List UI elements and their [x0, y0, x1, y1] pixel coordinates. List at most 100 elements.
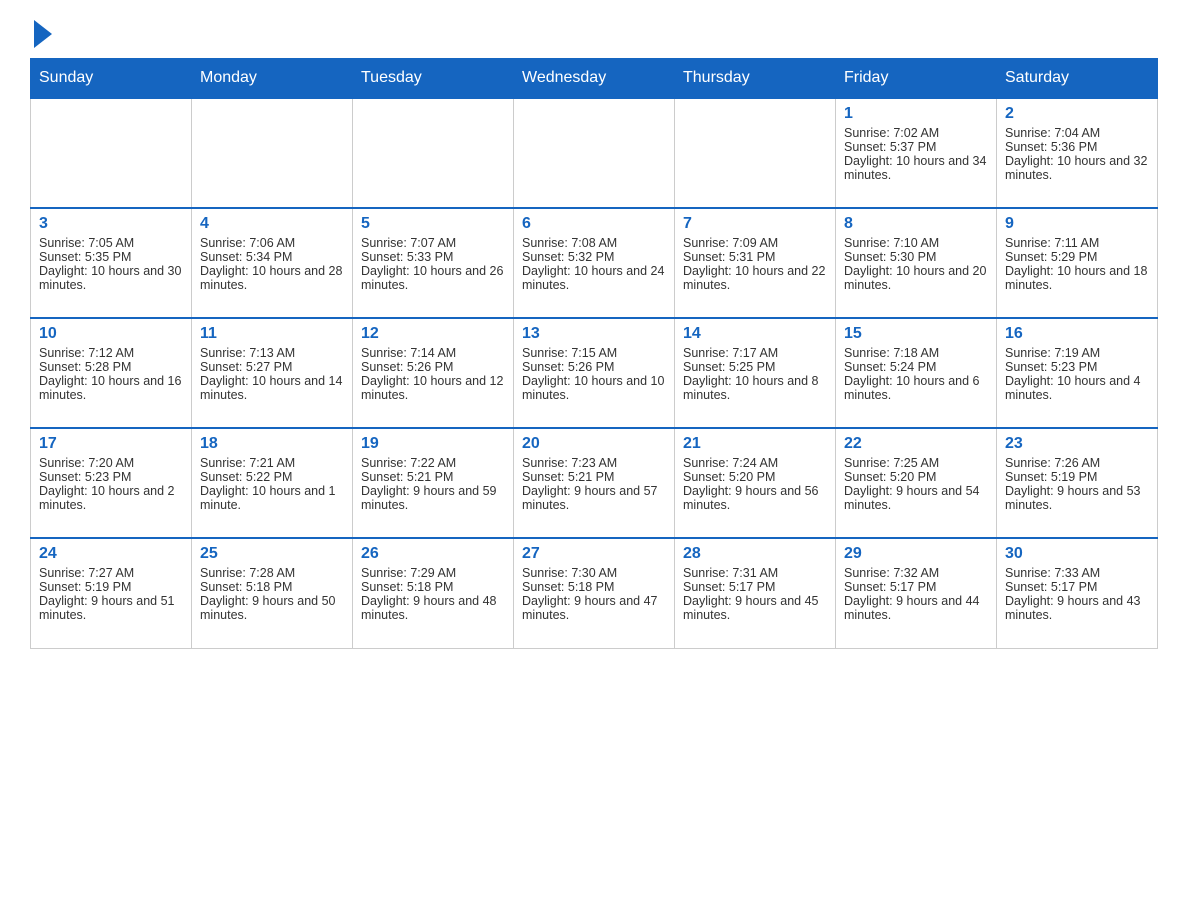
- sunrise-text: Sunrise: 7:02 AM: [844, 126, 988, 140]
- calendar-day-cell: 16Sunrise: 7:19 AMSunset: 5:23 PMDayligh…: [997, 318, 1158, 428]
- day-number: 27: [522, 545, 666, 563]
- calendar-header-monday: Monday: [192, 59, 353, 99]
- day-number: 29: [844, 545, 988, 563]
- sunset-text: Sunset: 5:20 PM: [844, 470, 988, 484]
- page-header: [30, 20, 1158, 48]
- sunset-text: Sunset: 5:17 PM: [844, 580, 988, 594]
- logo: [30, 20, 52, 48]
- sunrise-text: Sunrise: 7:17 AM: [683, 346, 827, 360]
- daylight-text: Daylight: 10 hours and 12 minutes.: [361, 374, 505, 402]
- daylight-text: Daylight: 9 hours and 48 minutes.: [361, 594, 505, 622]
- calendar-day-cell: 5Sunrise: 7:07 AMSunset: 5:33 PMDaylight…: [353, 208, 514, 318]
- daylight-text: Daylight: 10 hours and 16 minutes.: [39, 374, 183, 402]
- sunset-text: Sunset: 5:24 PM: [844, 360, 988, 374]
- day-number: 12: [361, 325, 505, 343]
- sunrise-text: Sunrise: 7:07 AM: [361, 236, 505, 250]
- daylight-text: Daylight: 9 hours and 47 minutes.: [522, 594, 666, 622]
- day-number: 30: [1005, 545, 1149, 563]
- sunrise-text: Sunrise: 7:24 AM: [683, 456, 827, 470]
- calendar-header-thursday: Thursday: [675, 59, 836, 99]
- day-number: 15: [844, 325, 988, 343]
- daylight-text: Daylight: 9 hours and 45 minutes.: [683, 594, 827, 622]
- sunrise-text: Sunrise: 7:10 AM: [844, 236, 988, 250]
- sunrise-text: Sunrise: 7:27 AM: [39, 566, 183, 580]
- calendar-day-cell: 18Sunrise: 7:21 AMSunset: 5:22 PMDayligh…: [192, 428, 353, 538]
- sunset-text: Sunset: 5:26 PM: [361, 360, 505, 374]
- calendar-day-cell: [31, 98, 192, 208]
- calendar-day-cell: 10 Sunrise: 7:12 AMSunset: 5:28 PMDayligh…: [31, 318, 192, 428]
- daylight-text: Daylight: 10 hours and 1 minute.: [200, 484, 344, 512]
- day-number: 14: [683, 325, 827, 343]
- daylight-text: Daylight: 10 hours and 6 minutes.: [844, 374, 988, 402]
- day-number: 28: [683, 545, 827, 563]
- sunrise-text: Sunrise: 7:15 AM: [522, 346, 666, 360]
- calendar-day-cell: 24Sunrise: 7:27 AMSunset: 5:19 PMDayligh…: [31, 538, 192, 648]
- day-number: 3: [39, 215, 183, 233]
- sunrise-text: Sunrise: 7:30 AM: [522, 566, 666, 580]
- calendar-header-row: SundayMondayTuesdayWednesdayThursdayFrid…: [31, 59, 1158, 99]
- calendar-day-cell: 22Sunrise: 7:25 AMSunset: 5:20 PMDayligh…: [836, 428, 997, 538]
- daylight-text: Daylight: 9 hours and 43 minutes.: [1005, 594, 1149, 622]
- calendar-day-cell: 3Sunrise: 7:05 AMSunset: 5:35 PMDaylight…: [31, 208, 192, 318]
- calendar-day-cell: 28Sunrise: 7:31 AMSunset: 5:17 PMDayligh…: [675, 538, 836, 648]
- sunset-text: Sunset: 5:18 PM: [200, 580, 344, 594]
- sunset-text: Sunset: 5:17 PM: [1005, 580, 1149, 594]
- day-number: 19: [361, 435, 505, 453]
- sunrise-text: Sunrise: 7:12 AM: [39, 346, 183, 360]
- sunset-text: Sunset: 5:25 PM: [683, 360, 827, 374]
- day-number: 17: [39, 435, 183, 453]
- daylight-text: Daylight: 9 hours and 53 minutes.: [1005, 484, 1149, 512]
- sunset-text: Sunset: 5:29 PM: [1005, 250, 1149, 264]
- day-number: 26: [361, 545, 505, 563]
- sunrise-text: Sunrise: 7:19 AM: [1005, 346, 1149, 360]
- sunset-text: Sunset: 5:31 PM: [683, 250, 827, 264]
- day-number: 10: [39, 325, 183, 343]
- day-number: 6: [522, 215, 666, 233]
- sunrise-text: Sunrise: 7:28 AM: [200, 566, 344, 580]
- sunset-text: Sunset: 5:23 PM: [39, 470, 183, 484]
- sunset-text: Sunset: 5:19 PM: [39, 580, 183, 594]
- sunset-text: Sunset: 5:28 PM: [39, 360, 183, 374]
- daylight-text: Daylight: 9 hours and 56 minutes.: [683, 484, 827, 512]
- sunrise-text: Sunrise: 7:31 AM: [683, 566, 827, 580]
- day-number: 4: [200, 215, 344, 233]
- sunset-text: Sunset: 5:34 PM: [200, 250, 344, 264]
- sunset-text: Sunset: 5:26 PM: [522, 360, 666, 374]
- sunset-text: Sunset: 5:37 PM: [844, 140, 988, 154]
- calendar-day-cell: 11Sunrise: 7:13 AMSunset: 5:27 PMDayligh…: [192, 318, 353, 428]
- sunrise-text: Sunrise: 7:06 AM: [200, 236, 344, 250]
- sunset-text: Sunset: 5:23 PM: [1005, 360, 1149, 374]
- daylight-text: Daylight: 10 hours and 10 minutes.: [522, 374, 666, 402]
- daylight-text: Daylight: 10 hours and 2 minutes.: [39, 484, 183, 512]
- day-number: 20: [522, 435, 666, 453]
- day-number: 22: [844, 435, 988, 453]
- calendar-header-wednesday: Wednesday: [514, 59, 675, 99]
- calendar-day-cell: 14 Sunrise: 7:17 AMSunset: 5:25 PMDayligh…: [675, 318, 836, 428]
- sunrise-text: Sunrise: 7:29 AM: [361, 566, 505, 580]
- calendar-week-row: 24 Sunrise: 7:27 AMSunset: 5:19 PM Dayligh…: [31, 538, 1158, 648]
- calendar-day-cell: [675, 98, 836, 208]
- calendar-day-cell: 17Sunrise: 7:20 AMSunset: 5:23 PMDayligh…: [31, 428, 192, 538]
- sunrise-text: Sunrise: 7:13 AM: [200, 346, 344, 360]
- daylight-text: Daylight: 9 hours and 59 minutes.: [361, 484, 505, 512]
- daylight-text: Daylight: 10 hours and 24 minutes.: [522, 264, 666, 292]
- daylight-text: Daylight: 10 hours and 8 minutes.: [683, 374, 827, 402]
- day-number: 9: [1005, 215, 1149, 233]
- calendar-table: SundayMondayTuesdayWednesdayThursdayFrid…: [30, 58, 1158, 649]
- calendar-day-cell: 25Sunrise: 7:28 AMSunset: 5:18 PMDayligh…: [192, 538, 353, 648]
- sunrise-text: Sunrise: 7:33 AM: [1005, 566, 1149, 580]
- daylight-text: Daylight: 10 hours and 4 minutes.: [1005, 374, 1149, 402]
- calendar-day-cell: 12 Sunrise: 7:14 AMSunset: 5:26 PMDayligh…: [353, 318, 514, 428]
- calendar-week-row: 17Sunrise: 7:20 AMSunset: 5:23 PMDayligh…: [31, 428, 1158, 538]
- day-number: 18: [200, 435, 344, 453]
- sunset-text: Sunset: 5:27 PM: [200, 360, 344, 374]
- calendar-day-cell: 20Sunrise: 7:23 AMSunset: 5:21 PMDayligh…: [514, 428, 675, 538]
- sunrise-text: Sunrise: 7:14 AM: [361, 346, 505, 360]
- day-number: 24: [39, 545, 183, 563]
- daylight-text: Daylight: 9 hours and 50 minutes.: [200, 594, 344, 622]
- sunrise-text: Sunrise: 7:26 AM: [1005, 456, 1149, 470]
- day-number: 7: [683, 215, 827, 233]
- sunset-text: Sunset: 5:18 PM: [522, 580, 666, 594]
- calendar-day-cell: 23Sunrise: 7:26 AMSunset: 5:19 PMDayligh…: [997, 428, 1158, 538]
- sunrise-text: Sunrise: 7:21 AM: [200, 456, 344, 470]
